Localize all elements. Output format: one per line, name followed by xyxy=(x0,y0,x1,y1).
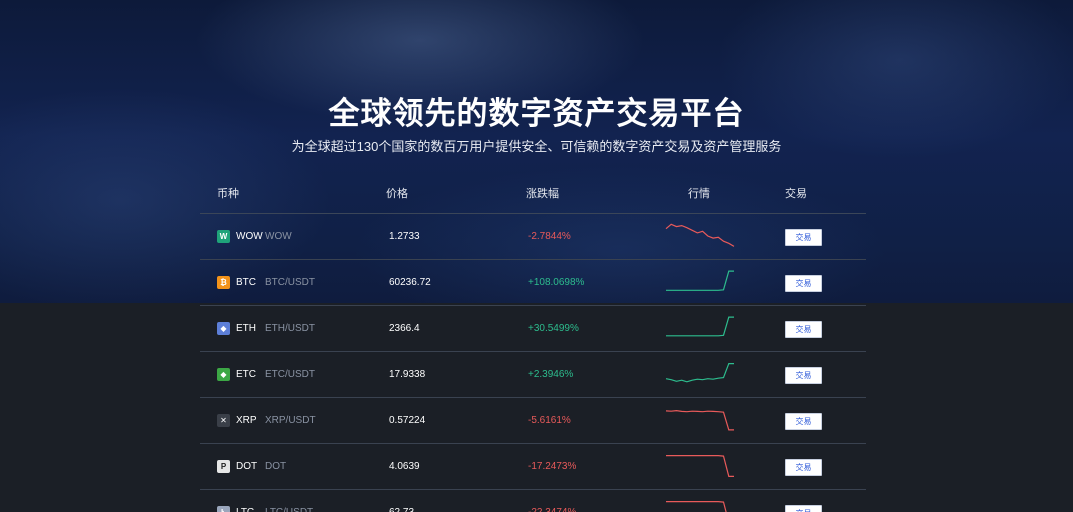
table-row: Ł LTC LTC/USDT 62.73 -22.3474% 交易 xyxy=(200,490,866,512)
sparkline-path xyxy=(666,316,734,337)
trade-button[interactable]: 交易 xyxy=(785,229,822,246)
column-header-price: 价格 xyxy=(386,188,408,200)
ethereum-classic-icon: ◆ xyxy=(217,368,230,381)
coin-price: 0.57224 xyxy=(389,415,426,426)
sparkline-chart xyxy=(666,316,734,337)
coin-price: 1.2733 xyxy=(389,231,420,242)
litecoin-icon: Ł xyxy=(217,506,230,512)
sparkline-path xyxy=(666,270,734,291)
wow-coin-icon: W xyxy=(217,230,230,243)
price-change: -5.6161% xyxy=(528,415,571,426)
sparkline-path xyxy=(665,409,734,431)
table-row: ✕ XRP XRP/USDT 0.57224 -5.6161% 交易 xyxy=(200,398,866,444)
sparkline-path xyxy=(665,223,735,247)
price-change: -2.7844% xyxy=(528,231,571,242)
trade-button[interactable]: 交易 xyxy=(785,321,822,338)
sparkline-chart xyxy=(665,409,734,431)
coin-pair: ETH/USDT xyxy=(265,323,315,334)
sparkline-path xyxy=(666,501,727,512)
coin-symbol: DOT xyxy=(236,461,258,472)
price-change: -17.2473% xyxy=(528,461,577,472)
coin-symbol: XRP xyxy=(236,415,257,426)
trade-button[interactable]: 交易 xyxy=(785,505,822,512)
column-header-trend: 行情 xyxy=(688,188,710,200)
column-header-coin: 币种 xyxy=(217,188,239,200)
coin-price: 4.0639 xyxy=(389,461,420,472)
sparkline-path xyxy=(665,363,734,383)
hero-subtitle: 为全球超过130个国家的数百万用户提供安全、可信赖的数字资产交易及资产管理服务 xyxy=(291,139,782,154)
column-header-change: 涨跌幅 xyxy=(526,188,559,200)
hero-title: 全球领先的数字资产交易平台 xyxy=(328,96,745,131)
table-row: ◆ ETH ETH/USDT 2366.4 +30.5499% 交易 xyxy=(200,306,866,352)
coin-symbol: LTC xyxy=(236,507,254,512)
bitcoin-icon: ₿ xyxy=(217,276,230,289)
trade-button[interactable]: 交易 xyxy=(785,413,822,430)
coin-pair: ETC/USDT xyxy=(265,369,315,380)
ethereum-icon: ◆ xyxy=(217,322,230,335)
table-body: W WOW WOW 1.2733 -2.7844% 交易 ₿ BTC BTC/U… xyxy=(200,214,866,512)
coin-price: 60236.72 xyxy=(389,277,431,288)
sparkline-chart xyxy=(666,455,734,477)
sparkline-chart xyxy=(665,223,735,247)
coin-symbol: ETC xyxy=(236,369,256,380)
page: 全球领先的数字资产交易平台 为全球超过130个国家的数百万用户提供安全、可信赖的… xyxy=(0,0,1073,512)
coin-price: 62.73 xyxy=(389,507,414,512)
sparkline-chart xyxy=(666,270,734,291)
coin-price: 17.9338 xyxy=(389,369,426,380)
market-table: 币种 价格 涨跌幅 行情 交易 W WOW WOW 1.2733 -2.7844… xyxy=(200,168,866,512)
coin-symbol: BTC xyxy=(236,277,256,288)
price-change: +30.5499% xyxy=(528,323,579,334)
table-header: 币种 价格 涨跌幅 行情 交易 xyxy=(200,168,866,214)
coin-symbol: WOW xyxy=(236,231,263,242)
table-row: ◆ ETC ETC/USDT 17.9338 +2.3946% 交易 xyxy=(200,352,866,398)
price-change: +108.0698% xyxy=(528,277,585,288)
coin-symbol: ETH xyxy=(236,323,256,334)
table-row: W WOW WOW 1.2733 -2.7844% 交易 xyxy=(200,214,866,260)
table-row: P DOT DOT 4.0639 -17.2473% 交易 xyxy=(200,444,866,490)
sparkline-chart xyxy=(665,363,734,383)
coin-pair: LTC/USDT xyxy=(265,507,313,512)
trade-button[interactable]: 交易 xyxy=(785,459,822,476)
table-row: ₿ BTC BTC/USDT 60236.72 +108.0698% 交易 xyxy=(200,260,866,306)
price-change: -22.3474% xyxy=(528,507,576,512)
polkadot-icon: P xyxy=(217,460,230,473)
coin-pair: BTC/USDT xyxy=(265,277,315,288)
xrp-icon: ✕ xyxy=(217,414,230,427)
trade-button[interactable]: 交易 xyxy=(785,275,822,292)
coin-price: 2366.4 xyxy=(389,323,420,334)
coin-pair: DOT xyxy=(265,461,287,472)
trade-button[interactable]: 交易 xyxy=(785,367,822,384)
price-change: +2.3946% xyxy=(528,369,574,380)
coin-pair: WOW xyxy=(265,231,292,242)
sparkline-path xyxy=(666,455,734,477)
column-header-trade: 交易 xyxy=(785,188,807,200)
coin-pair: XRP/USDT xyxy=(265,415,316,426)
sparkline-chart xyxy=(666,501,727,512)
